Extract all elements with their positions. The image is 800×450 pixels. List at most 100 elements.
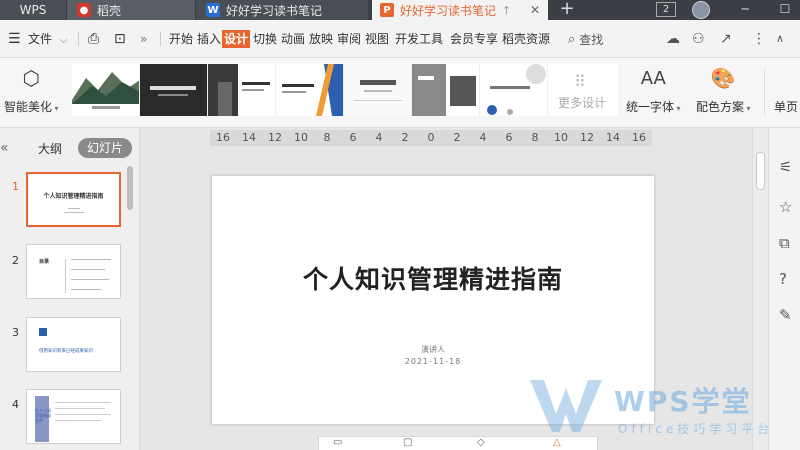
menu-bar: ☰ 文件 ⌵ ⎙ ⊡ » 开始 插入 设计 切换 动画 放映 审阅 视图 开发工… [0,20,800,58]
slide-number: 3 [12,326,19,339]
ruler-tick: 10 [554,131,568,144]
tab-daoke[interactable]: ● 稻壳 [67,0,195,20]
avatar[interactable] [692,1,710,19]
new-tab-button[interactable]: + [556,0,578,20]
tab-label: 好好学习读书笔记 [226,3,323,18]
theme-thumbnail[interactable] [208,64,276,116]
daoke-icon: ● [77,3,91,17]
color-scheme-button[interactable]: 🎨 配色方案 ▾ [696,64,751,115]
pin-icon[interactable]: ↑ [502,4,511,17]
minimize-icon[interactable]: ─ [730,0,760,20]
tab-slideshow[interactable]: 放映 [307,30,335,48]
slide-date[interactable]: 2021-11-18 [212,357,654,366]
slide-thumbnail-2[interactable]: 目录 [26,244,121,299]
ruler-tick: 14 [606,131,620,144]
theme-thumbnail[interactable] [480,64,548,116]
single-page-button[interactable]: 单页 [774,64,798,115]
theme-thumbnail[interactable] [72,64,140,116]
theme-thumbnail[interactable] [276,64,344,116]
tab-wps-home[interactable]: WPS [0,0,66,20]
theme-preview [208,64,275,116]
star-icon[interactable]: ☆ [779,198,800,220]
title-bar: WPS ● 稻壳 W 好好学习读书笔记 P 好好学习读书笔记 ↑ ✕ + 2 ─… [0,0,800,20]
unify-font-button[interactable]: AA 统一字体 ▾ [626,64,681,115]
save-icon[interactable]: ⎙ [88,30,99,48]
toolbar-icon[interactable]: ▢ [403,437,412,448]
slides-tab[interactable]: 幻灯片 [78,138,132,158]
outline-tab[interactable]: 大纲 [38,140,62,157]
tab-word-document[interactable]: W 好好学习读书笔记 [196,0,368,20]
tab-developer[interactable]: 开发工具 [393,30,445,48]
slide-thumbnail-1[interactable]: 个人知识管理精进指南 [26,172,121,227]
tab-daoke-resources[interactable]: 稻壳资源 [500,30,552,48]
tab-presentation[interactable]: P 好好学习读书笔记 ↑ ✕ [372,0,548,20]
copy-icon[interactable]: ⧉ [779,234,800,256]
tab-member[interactable]: 会员专享 [448,30,500,48]
vertical-scrollbar[interactable] [752,128,768,450]
export-pdf-icon[interactable]: ⊡ [114,30,126,48]
thumbnail-line [68,208,80,209]
scrollbar-thumb[interactable] [756,152,765,190]
search-button[interactable]: ⌕ 查找 [568,28,648,50]
smart-beautify-button[interactable]: ⬡ 智能美化 ▾ [4,64,59,115]
slide-number: 4 [12,398,19,411]
slide-presenter[interactable]: 演讲人 [212,344,654,355]
ruler-tick: 4 [375,131,383,144]
chevron-down-icon: ⌵ [59,35,68,46]
ruler-tick: 6 [505,131,513,144]
share-icon[interactable]: ↗ [720,30,732,48]
theme-thumbnail[interactable] [140,64,208,116]
window-count-badge[interactable]: 2 [656,2,676,17]
settings-sliders-icon[interactable]: ⚟ [779,158,800,180]
hamburger-menu-icon[interactable]: ☰ [8,30,21,48]
cloud-sync-icon[interactable]: ☁ [666,30,680,48]
maximize-icon[interactable]: ☐ [770,0,800,20]
theme-thumbnail[interactable] [344,64,412,116]
tab-transition[interactable]: 切换 [251,30,279,48]
tab-start[interactable]: 开始 [167,30,195,48]
collapse-panel-icon[interactable]: « [0,140,9,156]
thumbnail-title: 在个人知识管理成长中 [35,408,51,423]
slide-thumbnail-4[interactable]: 在个人知识管理成长中 [26,389,121,444]
theme-preview [480,64,547,116]
thumbnail-line [71,269,105,270]
ruler-tick: 16 [632,131,646,144]
divider [78,32,79,46]
panel-scrollbar[interactable] [127,166,133,210]
tab-view[interactable]: 视图 [363,30,391,48]
file-menu[interactable]: 文件 ⌵ [28,30,67,48]
theme-preview [140,64,207,116]
thumbnail-line [55,420,101,421]
slide-title[interactable]: 个人知识管理精进指南 [212,260,654,296]
ruler-tick: 12 [580,131,594,144]
toolbar-icon[interactable]: △ [553,437,561,448]
collapse-ribbon-icon[interactable]: ∧ [776,30,784,48]
slide-panel: « 大纲 幻灯片 1 个人知识管理精进指南 2 目录 3 借用知识新来已经成果知… [0,128,140,450]
tab-design[interactable]: 设计 [222,30,251,48]
thumbnail-line [55,408,105,409]
tab-animation[interactable]: 动画 [279,30,307,48]
close-tab-icon[interactable]: ✕ [530,3,540,17]
thumbnail-line [55,414,111,415]
beautify-icon[interactable]: ✎ [779,306,800,328]
help-icon[interactable]: ? [779,270,800,292]
tab-insert[interactable]: 插入 [195,30,223,48]
ruler-tick: 10 [294,131,308,144]
ruler-tick: 16 [216,131,230,144]
current-slide[interactable]: 个人知识管理精进指南 演讲人 2021-11-18 [212,176,654,424]
more-chevron-icon[interactable]: » [140,30,147,48]
grid-icon: ⠿ [574,72,586,91]
toolbar-icon[interactable]: ▭ [333,437,342,448]
share-user-icon[interactable]: ⚇ [692,30,705,48]
more-design-button[interactable]: ⠿ 更多设计 [548,64,616,116]
toolbar-icon[interactable]: ◇ [477,437,485,448]
theme-thumbnail[interactable] [412,64,480,116]
ruler-tick: 8 [531,131,539,144]
tab-review[interactable]: 审阅 [335,30,363,48]
slide-number: 2 [12,254,19,267]
more-options-icon[interactable]: ⋮ [752,30,766,48]
ruler-tick: 8 [323,131,331,144]
thumbnail-line [65,259,66,293]
theme-preview [276,64,343,116]
slide-thumbnail-3[interactable]: 借用知识新来已经成果知识 [26,317,121,372]
